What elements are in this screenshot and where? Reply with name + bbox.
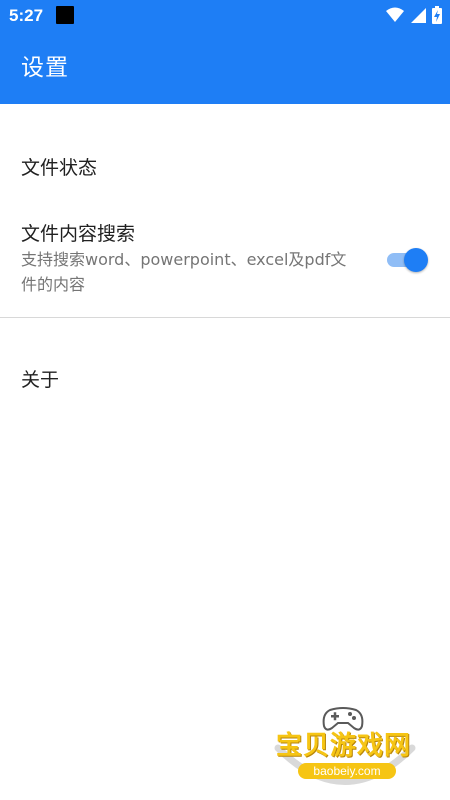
setting-summary: 支持搜索word、powerpoint、excel及pdf文件的内容 (21, 250, 347, 294)
setting-file-status[interactable]: 文件状态 (0, 136, 450, 200)
setting-title: 文件内容搜索 (21, 223, 136, 245)
page-title: 设置 (21, 55, 69, 81)
setting-title: 关于 (21, 369, 60, 391)
setting-content-search[interactable]: 文件内容搜索 支持搜索word、powerpoint、excel及pdf文件的内… (0, 208, 450, 312)
status-icons (386, 6, 442, 24)
divider (0, 317, 450, 318)
watermark-url: baobeiy.com (298, 763, 396, 779)
battery-charging-icon (432, 6, 442, 24)
gamepad-icon (322, 707, 364, 731)
watermark-brand: 宝贝游戏网 (276, 731, 412, 761)
switch-thumb (404, 248, 428, 272)
status-time: 5:27 (9, 6, 44, 25)
setting-about[interactable]: 关于 (0, 350, 450, 414)
wifi-icon (386, 7, 404, 22)
watermark-logo: 宝贝游戏网 baobeiy.com (270, 700, 420, 798)
setting-title: 文件状态 (21, 157, 98, 179)
cellular-signal-icon (411, 8, 426, 23)
app-bar: 设置 (0, 32, 450, 104)
content-search-toggle[interactable] (385, 248, 428, 272)
app-notification-icon (56, 6, 74, 24)
status-bar: 5:27 (0, 0, 450, 32)
